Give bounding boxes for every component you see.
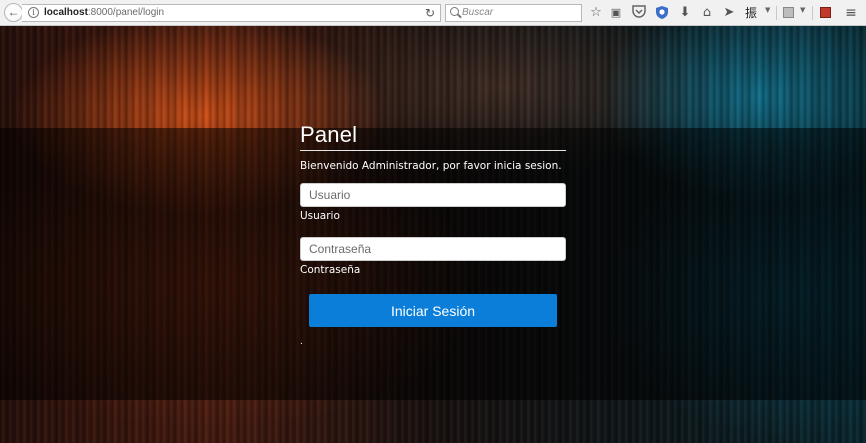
search-icon: [450, 7, 459, 16]
username-label: Usuario: [300, 210, 340, 222]
back-arrow-icon[interactable]: ←: [4, 3, 23, 22]
search-bar[interactable]: Buscar: [445, 4, 582, 22]
url-text: localhost:8000/panel/login: [44, 7, 164, 18]
browser-toolbar: ← i localhost:8000/panel/login ↻ Buscar …: [0, 0, 866, 26]
addon-icon[interactable]: [783, 7, 794, 18]
addon-red-icon[interactable]: [820, 7, 831, 18]
password-label: Contraseña: [300, 264, 361, 276]
clipboard-icon[interactable]: ▣: [608, 5, 624, 21]
shield-icon[interactable]: [654, 5, 670, 21]
bookmark-star-icon[interactable]: ☆: [588, 5, 604, 21]
download-icon[interactable]: ⬇: [677, 5, 693, 21]
menu-icon[interactable]: ≡: [843, 5, 859, 21]
reload-icon[interactable]: ↻: [425, 6, 435, 20]
page-title: Panel: [300, 122, 358, 147]
home-icon[interactable]: ⌂: [699, 5, 715, 21]
send-icon[interactable]: ➤: [721, 5, 737, 21]
url-host: localhost: [44, 7, 88, 18]
login-form: Panel Bienvenido Administrador, por favo…: [300, 122, 566, 348]
username-input[interactable]: [300, 183, 566, 207]
footer-text: .: [300, 336, 303, 347]
title-divider: [300, 150, 566, 151]
search-placeholder: Buscar: [462, 7, 494, 18]
info-icon[interactable]: i: [28, 7, 39, 18]
url-bar[interactable]: i localhost:8000/panel/login ↻: [22, 4, 441, 22]
welcome-message: Bienvenido Administrador, por favor inic…: [300, 160, 562, 172]
url-path: :8000/panel/login: [87, 7, 165, 18]
pocket-icon[interactable]: [631, 5, 647, 21]
password-input[interactable]: [300, 237, 566, 261]
chevron-down-icon[interactable]: ▼: [765, 6, 770, 14]
kanji-addon-icon[interactable]: 振: [743, 5, 759, 21]
chevron-down-icon[interactable]: ▼: [800, 6, 805, 14]
login-button[interactable]: Iniciar Sesión: [309, 294, 557, 327]
